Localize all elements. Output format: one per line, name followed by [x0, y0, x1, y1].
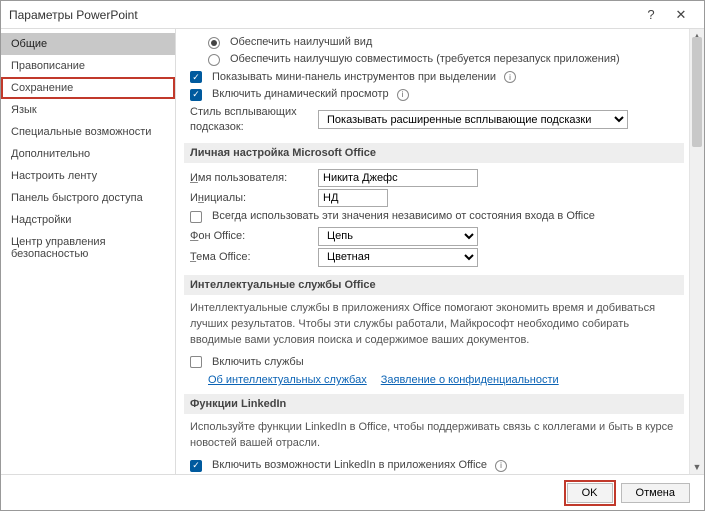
- check-enable-services-label: Включить службы: [212, 355, 304, 370]
- scroll-down-icon[interactable]: ▼: [690, 460, 704, 474]
- username-label: Имя пользователя:: [190, 171, 312, 186]
- sidebar-item-general[interactable]: Общие: [1, 33, 175, 55]
- check-linkedin-label: Включить возможности LinkedIn в приложен…: [212, 458, 487, 473]
- link-about-intelligent[interactable]: Об интеллектуальных службах: [208, 374, 367, 386]
- initials-input[interactable]: [318, 189, 388, 207]
- cancel-button[interactable]: Отмена: [621, 483, 690, 503]
- office-theme-combo[interactable]: Цветная: [318, 248, 478, 267]
- info-icon[interactable]: i: [495, 460, 507, 472]
- sidebar-item-ribbon[interactable]: Настроить ленту: [1, 165, 175, 187]
- radio-best-view-label: Обеспечить наилучший вид: [230, 35, 372, 50]
- info-icon[interactable]: i: [397, 89, 409, 101]
- intelligent-desc: Интеллектуальные службы в приложениях Of…: [190, 301, 678, 349]
- link-privacy[interactable]: Заявление о конфиденциальности: [381, 374, 559, 386]
- category-sidebar: Общие Правописание Сохранение Язык Специ…: [1, 29, 176, 474]
- username-input[interactable]: [318, 169, 478, 187]
- tooltip-style-label: Стиль всплывающих подсказок:: [190, 105, 312, 136]
- initials-label: Инициалы:: [190, 191, 312, 206]
- sidebar-item-accessibility[interactable]: Специальные возможности: [1, 121, 175, 143]
- office-theme-label: Тема Office:: [190, 250, 312, 265]
- check-live-preview[interactable]: [190, 89, 202, 101]
- radio-best-view[interactable]: [208, 37, 220, 49]
- section-linkedin: Функции LinkedIn: [184, 394, 684, 414]
- check-always-use[interactable]: [190, 211, 202, 223]
- content-scrollbar[interactable]: ▲ ▼: [689, 29, 704, 474]
- sidebar-item-proofing[interactable]: Правописание: [1, 55, 175, 77]
- office-bg-combo[interactable]: Цепь: [318, 227, 478, 246]
- sidebar-item-advanced[interactable]: Дополнительно: [1, 143, 175, 165]
- radio-best-compat-label: Обеспечить наилучшую совместимость (треб…: [230, 52, 620, 67]
- check-live-preview-label: Включить динамический просмотр: [212, 87, 389, 102]
- check-linkedin[interactable]: [190, 460, 202, 472]
- sidebar-item-save[interactable]: Сохранение: [1, 77, 175, 99]
- check-enable-services[interactable]: [190, 356, 202, 368]
- sidebar-item-language[interactable]: Язык: [1, 99, 175, 121]
- section-intelligent: Интеллектуальные службы Office: [184, 275, 684, 295]
- radio-best-compat[interactable]: [208, 54, 220, 66]
- sidebar-item-qat[interactable]: Панель быстрого доступа: [1, 187, 175, 209]
- info-icon[interactable]: i: [504, 71, 516, 83]
- check-mini-toolbar-label: Показывать мини-панель инструментов при …: [212, 70, 496, 85]
- section-personal: Личная настройка Microsoft Office: [184, 143, 684, 163]
- check-mini-toolbar[interactable]: [190, 71, 202, 83]
- window-title: Параметры PowerPoint: [9, 8, 636, 22]
- help-button[interactable]: ?: [636, 1, 666, 29]
- sidebar-item-trust-center[interactable]: Центр управления безопасностью: [1, 231, 175, 265]
- ok-button[interactable]: OK: [567, 483, 613, 503]
- close-button[interactable]: ✕: [666, 1, 696, 29]
- content-pane: ▲ ▼ Обеспечить наилучший вид Обеспечить …: [176, 29, 704, 474]
- check-always-use-label: Всегда использовать эти значения независ…: [212, 209, 595, 224]
- scroll-thumb[interactable]: [692, 37, 702, 147]
- office-bg-label: Фон Office:: [190, 229, 312, 244]
- linkedin-desc: Используйте функции LinkedIn в Office, ч…: [190, 420, 678, 452]
- tooltip-style-combo[interactable]: Показывать расширенные всплывающие подск…: [318, 110, 628, 129]
- sidebar-item-addins[interactable]: Надстройки: [1, 209, 175, 231]
